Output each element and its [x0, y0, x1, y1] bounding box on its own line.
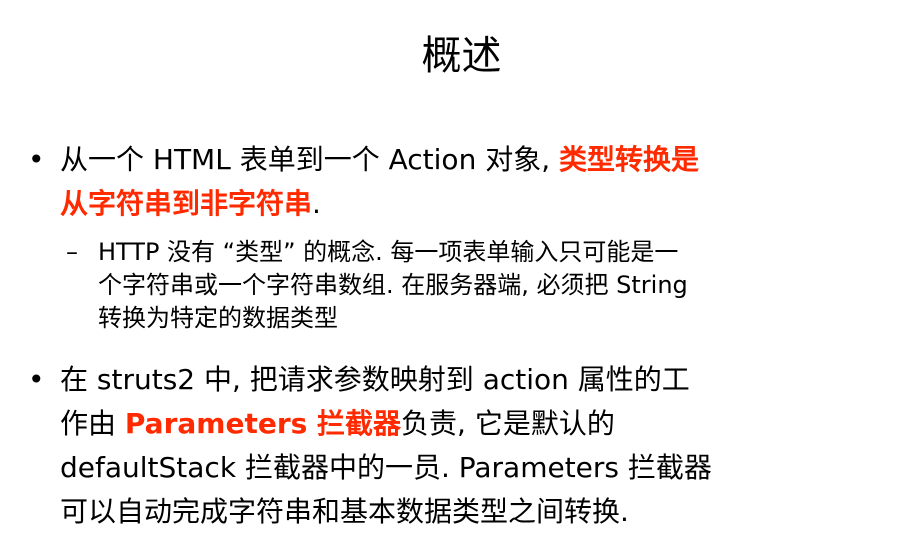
bullet-2-line-2: 作由 Parameters 拦截器负责, 它是默认的	[60, 402, 712, 446]
sub-bullet-line-1: HTTP 没有 “类型” 的概念. 每一项表单输入只可能是一	[98, 238, 679, 266]
page-title: 概述	[421, 33, 502, 79]
sub-bullet-line-3: 转换为特定的数据类型	[98, 304, 338, 332]
bullet-2-prefix: 作由	[60, 407, 125, 440]
bullet-2-text: 在 struts2 中, 把请求参数映射到 action 属性的工 作由 Par…	[60, 358, 712, 534]
sub-bullet-marker: –	[66, 238, 78, 266]
bullet-1-period: .	[312, 187, 321, 220]
bullet-marker: •	[28, 143, 45, 176]
bullet-2-highlight: Parameters 拦截器	[124, 407, 402, 440]
bullet-1-highlight: 类型转换是	[559, 143, 700, 176]
bullet-2: • 在 struts2 中, 把请求参数映射到 action 属性的工 作由 P…	[28, 358, 908, 538]
bullet-1-text: 从一个 HTML 表单到一个 Action 对象, 类型转换是 从字符串到非字符…	[60, 138, 699, 226]
bullet-1-line-1: 从一个 HTML 表单到一个 Action 对象, 类型转换是	[60, 138, 699, 182]
bullet-1: • 从一个 HTML 表单到一个 Action 对象, 类型转换是 从字符串到非…	[28, 138, 908, 228]
bullet-2-line-3: defaultStack 拦截器中的一员. Parameters 拦截器	[60, 451, 712, 484]
bullet-2-suffix: 负责, 它是默认的	[401, 407, 615, 440]
sub-bullet-line-2: 个字符串或一个字符串数组. 在服务器端, 必须把 String	[98, 271, 688, 299]
bullet-1-highlight-continued: 从字符串到非字符串	[60, 187, 313, 220]
bullet-1-line-2: 从字符串到非字符串.	[60, 182, 699, 226]
bullet-2-line-4: 可以自动完成字符串和基本数据类型之间转换.	[60, 495, 629, 528]
bullet-marker: •	[28, 363, 45, 396]
sub-bullet: – HTTP 没有 “类型” 的概念. 每一项表单输入只可能是一 个字符串或一个…	[66, 236, 916, 341]
sub-bullet-text: HTTP 没有 “类型” 的概念. 每一项表单输入只可能是一 个字符串或一个字符…	[98, 236, 688, 335]
bullet-1-plain-text: 从一个 HTML 表单到一个 Action 对象,	[60, 143, 560, 176]
bullet-2-line-1: 在 struts2 中, 把请求参数映射到 action 属性的工	[60, 363, 690, 396]
